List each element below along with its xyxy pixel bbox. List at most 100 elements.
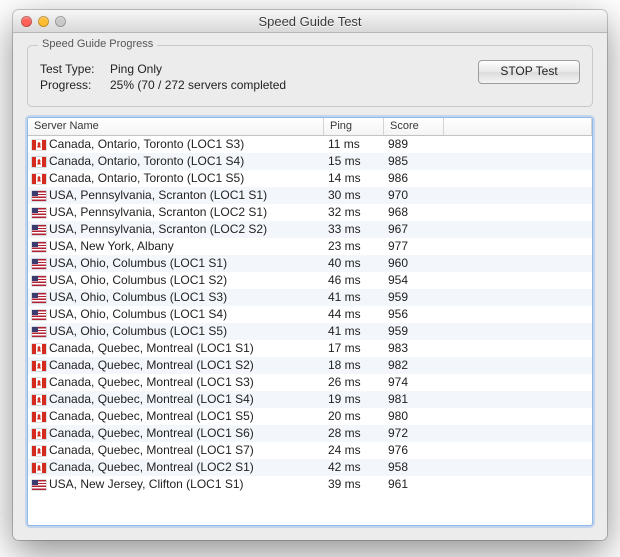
server-name-cell: USA, Ohio, Columbus (LOC1 S4) (28, 306, 324, 323)
server-name-text: USA, Pennsylvania, Scranton (LOC1 S1) (49, 187, 267, 204)
server-name-cell: Canada, Quebec, Montreal (LOC1 S2) (28, 357, 324, 374)
table-row[interactable]: Canada, Quebec, Montreal (LOC1 S1) 17 ms9… (28, 340, 592, 357)
ping-cell: 20 ms (324, 408, 384, 425)
score-cell: 956 (384, 306, 444, 323)
server-name-text: USA, Ohio, Columbus (LOC1 S3) (49, 289, 227, 306)
usa-flag-icon (32, 259, 46, 269)
usa-flag-icon (32, 242, 46, 252)
server-name-text: USA, Ohio, Columbus (LOC1 S5) (49, 323, 227, 340)
score-cell: 981 (384, 391, 444, 408)
score-cell: 983 (384, 340, 444, 357)
score-cell: 977 (384, 238, 444, 255)
server-name-text: Canada, Ontario, Toronto (LOC1 S3) (49, 136, 244, 153)
usa-flag-icon (32, 293, 46, 303)
zoom-icon[interactable] (55, 16, 66, 27)
canada-flag-icon (32, 344, 46, 354)
server-name-cell: USA, Pennsylvania, Scranton (LOC1 S1) (28, 187, 324, 204)
server-name-cell: Canada, Quebec, Montreal (LOC1 S3) (28, 374, 324, 391)
ping-cell: 32 ms (324, 204, 384, 221)
usa-flag-icon (32, 191, 46, 201)
server-name-cell: Canada, Quebec, Montreal (LOC2 S1) (28, 459, 324, 476)
server-name-cell: Canada, Ontario, Toronto (LOC1 S4) (28, 153, 324, 170)
ping-cell: 28 ms (324, 425, 384, 442)
canada-flag-icon (32, 157, 46, 167)
ping-cell: 40 ms (324, 255, 384, 272)
column-header-ping[interactable]: Ping (324, 118, 384, 135)
table-row[interactable]: USA, Ohio, Columbus (LOC1 S3) 41 ms959 (28, 289, 592, 306)
window-title: Speed Guide Test (13, 14, 607, 29)
stop-test-button[interactable]: STOP Test (478, 60, 580, 84)
server-name-text: Canada, Quebec, Montreal (LOC1 S1) (49, 340, 254, 357)
table-row[interactable]: USA, Ohio, Columbus (LOC1 S4)44 ms956 (28, 306, 592, 323)
table-header: Server Name Ping Score (28, 118, 592, 136)
ping-cell: 15 ms (324, 153, 384, 170)
table-row[interactable]: Canada, Ontario, Toronto (LOC1 S5) 14 ms9… (28, 170, 592, 187)
server-name-text: Canada, Quebec, Montreal (LOC1 S3) (49, 374, 254, 391)
column-header-score[interactable]: Score (384, 118, 444, 135)
server-name-text: USA, Pennsylvania, Scranton (LOC2 S1) (49, 204, 267, 221)
score-cell: 982 (384, 357, 444, 374)
server-name-cell: Canada, Quebec, Montreal (LOC1 S4) (28, 391, 324, 408)
progress-label: Progress: (40, 78, 110, 92)
table-row[interactable]: USA, New Jersey, Clifton (LOC1 S1)39 ms9… (28, 476, 592, 493)
canada-flag-icon (32, 378, 46, 388)
score-cell: 958 (384, 459, 444, 476)
traffic-lights (21, 16, 66, 27)
table-row[interactable]: USA, Pennsylvania, Scranton (LOC1 S1)30 … (28, 187, 592, 204)
ping-cell: 42 ms (324, 459, 384, 476)
table-row[interactable]: USA, Pennsylvania, Scranton (LOC2 S1) 32 … (28, 204, 592, 221)
canada-flag-icon (32, 412, 46, 422)
table-row[interactable]: Canada, Quebec, Montreal (LOC2 S1)42 ms9… (28, 459, 592, 476)
ping-cell: 41 ms (324, 289, 384, 306)
minimize-icon[interactable] (38, 16, 49, 27)
score-cell: 989 (384, 136, 444, 153)
table-row[interactable]: USA, New York, Albany 23 ms977 (28, 238, 592, 255)
score-cell: 986 (384, 170, 444, 187)
score-cell: 959 (384, 289, 444, 306)
usa-flag-icon (32, 225, 46, 235)
server-name-text: Canada, Ontario, Toronto (LOC1 S5) (49, 170, 244, 187)
canada-flag-icon (32, 446, 46, 456)
canada-flag-icon (32, 463, 46, 473)
server-name-text: USA, Ohio, Columbus (LOC1 S1) (49, 255, 227, 272)
table-row[interactable]: USA, Ohio, Columbus (LOC1 S5)41 ms959 (28, 323, 592, 340)
ping-cell: 41 ms (324, 323, 384, 340)
server-name-text: Canada, Quebec, Montreal (LOC1 S6) (49, 425, 254, 442)
table-row[interactable]: Canada, Quebec, Montreal (LOC1 S2)18 ms9… (28, 357, 592, 374)
server-name-text: USA, New York, Albany (49, 238, 174, 255)
server-name-cell: USA, Pennsylvania, Scranton (LOC2 S2) (28, 221, 324, 238)
ping-cell: 17 ms (324, 340, 384, 357)
ping-cell: 11 ms (324, 136, 384, 153)
titlebar[interactable]: Speed Guide Test (13, 10, 607, 33)
score-cell: 976 (384, 442, 444, 459)
server-name-cell: Canada, Quebec, Montreal (LOC1 S1) (28, 340, 324, 357)
table-row[interactable]: Canada, Quebec, Montreal (LOC1 S7)24 ms9… (28, 442, 592, 459)
table-row[interactable]: USA, Ohio, Columbus (LOC1 S2)46 ms954 (28, 272, 592, 289)
table-row[interactable]: USA, Ohio, Columbus (LOC1 S1)40 ms960 (28, 255, 592, 272)
score-cell: 954 (384, 272, 444, 289)
server-name-text: Canada, Quebec, Montreal (LOC1 S5) (49, 408, 254, 425)
score-cell: 980 (384, 408, 444, 425)
ping-cell: 18 ms (324, 357, 384, 374)
window-content: Speed Guide Progress Test Type: Ping Onl… (13, 33, 607, 540)
ping-cell: 39 ms (324, 476, 384, 493)
server-name-cell: Canada, Quebec, Montreal (LOC1 S6) (28, 425, 324, 442)
server-name-cell: Canada, Quebec, Montreal (LOC1 S5) (28, 408, 324, 425)
table-row[interactable]: Canada, Ontario, Toronto (LOC1 S3) 11 ms9… (28, 136, 592, 153)
close-icon[interactable] (21, 16, 32, 27)
table-row[interactable]: Canada, Quebec, Montreal (LOC1 S4)19 ms9… (28, 391, 592, 408)
score-cell: 970 (384, 187, 444, 204)
ping-cell: 23 ms (324, 238, 384, 255)
table-row[interactable]: Canada, Quebec, Montreal (LOC1 S5) 20 ms9… (28, 408, 592, 425)
table-row[interactable]: Canada, Quebec, Montreal (LOC1 S3)26 ms9… (28, 374, 592, 391)
table-row[interactable]: USA, Pennsylvania, Scranton (LOC2 S2)33 … (28, 221, 592, 238)
column-header-server-name[interactable]: Server Name (28, 118, 324, 135)
ping-cell: 14 ms (324, 170, 384, 187)
table-body[interactable]: Canada, Ontario, Toronto (LOC1 S3)11 ms9… (28, 136, 592, 525)
test-type-value: Ping Only (110, 62, 162, 76)
usa-flag-icon (32, 480, 46, 490)
test-type-label: Test Type: (40, 62, 110, 76)
table-row[interactable]: Canada, Quebec, Montreal (LOC1 S6)28 ms9… (28, 425, 592, 442)
table-row[interactable]: Canada, Ontario, Toronto (LOC1 S4)15 ms9… (28, 153, 592, 170)
server-name-text: USA, Ohio, Columbus (LOC1 S2) (49, 272, 227, 289)
